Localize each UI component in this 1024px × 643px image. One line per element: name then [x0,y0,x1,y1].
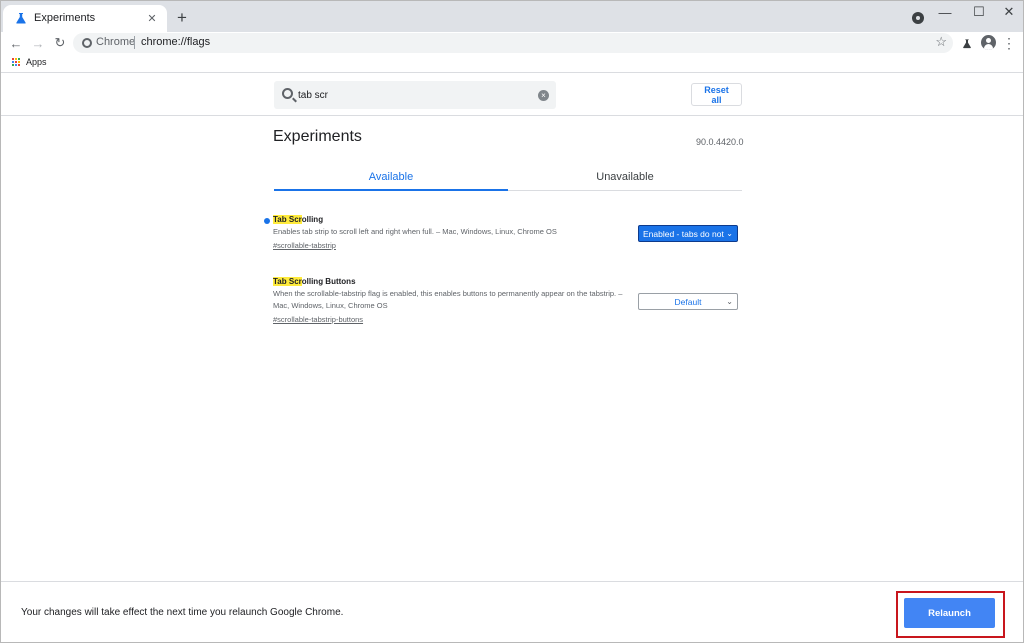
chevron-down-icon: ⌄ [726,297,733,306]
flag-state-select[interactable]: Enabled - tabs do not ⌄ [638,225,738,242]
flag-description: When the scrollable-tabstrip flag is ena… [273,289,623,310]
reload-icon[interactable]: ↻ [52,35,68,51]
maximize-button[interactable]: ☐ [962,3,996,21]
flag-description: Enables tab strip to scroll left and rig… [273,227,557,236]
flag-name-rest: olling [301,215,324,224]
bookmarks-bar: Apps [1,54,1023,73]
relaunch-button[interactable]: Relaunch [904,598,995,628]
clear-search-icon[interactable]: × [538,90,549,101]
active-tab-indicator [274,189,508,191]
search-header: × Reset all [1,73,1023,116]
url-text[interactable]: chrome://flags [141,36,210,48]
apps-grid-icon[interactable] [12,58,21,67]
labs-flask-icon[interactable] [959,35,975,51]
flask-icon [16,13,26,24]
flag-entry-scrollable-tabstrip: Tab Scrolling Enables tab strip to scrol… [264,214,743,252]
tab-title: Experiments [34,12,96,24]
flag-search-input[interactable] [298,87,518,103]
flag-name-rest: olling Buttons [301,277,356,286]
relaunch-bar: Your changes will take effect the next t… [1,581,1023,642]
close-window-button[interactable]: ✕ [992,3,1023,21]
flag-state-select[interactable]: Default ⌄ [638,293,738,310]
toolbar: ← → ↻ Chrome chrome://flags ☆ ⋮ [1,32,1023,54]
new-tab-button[interactable]: + [173,8,191,27]
flag-permalink[interactable]: #scrollable-tabstrip-buttons [273,314,743,326]
flag-state-value: Default [674,296,702,307]
flag-entry-scrollable-tabstrip-buttons: Tab Scrolling Buttons When the scrollabl… [273,276,743,326]
record-indicator-icon[interactable] [912,12,924,24]
version-text: 90.0.4420.0 [696,137,744,147]
profile-avatar-icon[interactable] [981,35,996,50]
menu-kebab-icon[interactable]: ⋮ [1002,35,1016,51]
flag-state-value: Enabled - tabs do not [643,228,724,239]
chevron-down-icon: ⌄ [726,229,733,238]
apps-bookmark[interactable]: Apps [26,57,47,67]
forward-arrow-icon[interactable]: → [30,35,46,51]
tab-available[interactable]: Available [274,163,508,191]
tab-close-icon[interactable]: ✕ [145,11,159,25]
relaunch-message: Your changes will take effect the next t… [21,607,344,618]
bookmark-star-icon[interactable]: ☆ [935,34,947,50]
tab-experiments[interactable]: Experiments ✕ [3,5,167,32]
tab-unavailable[interactable]: Unavailable [508,163,742,191]
reset-all-button[interactable]: Reset all [691,83,742,106]
modified-indicator-dot [264,218,270,224]
flag-name: Tab Scrolling Buttons [273,276,743,288]
flag-search-box[interactable]: × [274,81,556,109]
omnibox-separator [134,36,135,49]
site-chip: Chrome [96,36,136,48]
back-arrow-icon[interactable]: ← [8,35,24,51]
chrome-site-icon [82,38,92,48]
search-icon [282,88,293,99]
browser-window: Experiments ✕ + — ☐ ✕ ← → ↻ Chrome chrom… [0,0,1024,643]
flags-page: × Reset all Experiments 90.0.4420.0 Avai… [1,73,1023,581]
address-bar[interactable]: Chrome chrome://flags ☆ [73,33,953,53]
page-title: Experiments [273,128,362,145]
minimize-button[interactable]: — [928,3,962,21]
tab-strip: Experiments ✕ + — ☐ ✕ [1,1,1023,32]
search-match-highlight: Tab Scr [273,215,302,224]
search-match-highlight: Tab Scr [273,277,302,286]
